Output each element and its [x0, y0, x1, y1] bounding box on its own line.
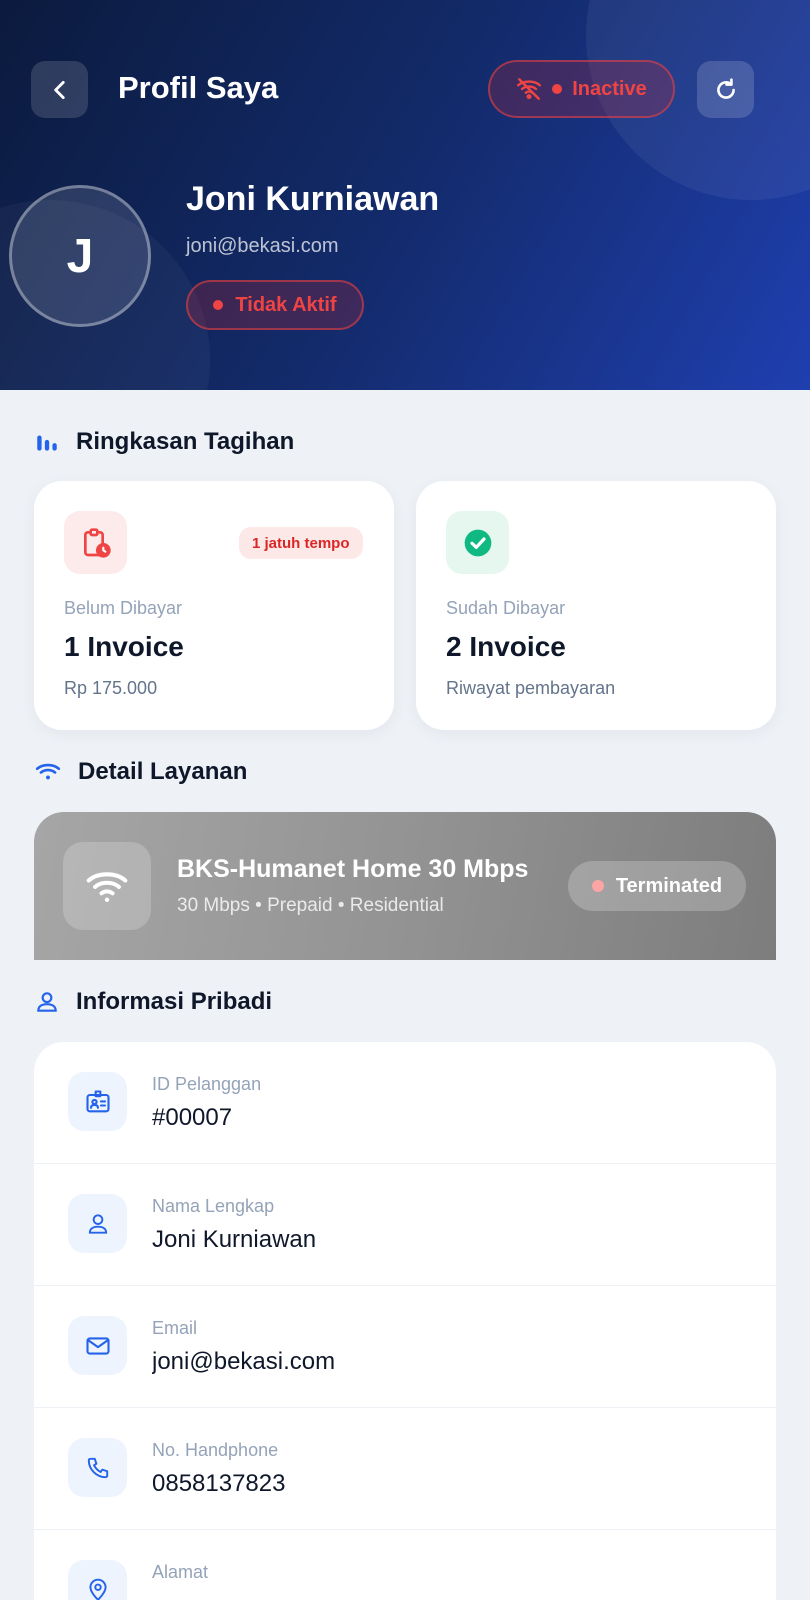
status-dot [591, 880, 604, 892]
user-email: joni@bekasi.com [186, 235, 339, 257]
info-row-customer-id: ID Pelanggan #00007 [34, 1042, 776, 1164]
info-label: Alamat [152, 1562, 209, 1582]
connection-status-pill[interactable]: Inactive [488, 60, 675, 118]
service-icon-box [63, 842, 151, 930]
service-name: BKS-Humanet Home 30 Mbps [177, 855, 529, 883]
billing-section-title: Ringkasan Tagihan [34, 428, 294, 456]
bar-chart-icon [37, 435, 57, 451]
profile-header: Profil Saya Inactive J Joni Kurniawan jo… [0, 0, 810, 390]
info-value: Joni Kurniawan [152, 1226, 317, 1253]
account-status-label: Tidak Aktif [235, 293, 337, 316]
avatar: J [9, 185, 151, 327]
unpaid-amount: Rp 175.000 [64, 678, 158, 698]
back-button[interactable] [31, 61, 88, 118]
info-label: Nama Lengkap [152, 1196, 275, 1216]
service-status-badge: Terminated [568, 861, 746, 911]
wifi-off-icon [517, 78, 542, 100]
info-icon-box [68, 1438, 127, 1497]
info-row-phone: No. Handphone 0858137823 [34, 1408, 776, 1530]
info-icon-box [68, 1560, 127, 1600]
paid-invoice-card[interactable]: Sudah Dibayar 2 Invoice Riwayat pembayar… [416, 481, 776, 730]
info-value: 0858137823 [152, 1470, 286, 1497]
info-row-full-name: Nama Lengkap Joni Kurniawan [34, 1164, 776, 1286]
refresh-button[interactable] [697, 61, 754, 118]
section-title-text: Informasi Pribadi [76, 988, 273, 1015]
unpaid-invoice-card[interactable]: 1 jatuh tempo Belum Dibayar 1 Invoice Rp… [34, 481, 394, 730]
section-title-text: Ringkasan Tagihan [76, 428, 295, 455]
info-value: joni@bekasi.com [152, 1348, 336, 1375]
id-card-icon [85, 1089, 110, 1112]
user-name: Joni Kurniawan [186, 180, 440, 218]
info-row-email: Email joni@bekasi.com [34, 1286, 776, 1408]
info-icon-box [68, 1194, 127, 1253]
paid-value: 2 Invoice [446, 631, 566, 662]
service-card[interactable]: BKS-Humanet Home 30 Mbps 30 Mbps • Prepa… [34, 812, 776, 960]
user-icon [88, 1213, 107, 1234]
paid-icon-box [446, 511, 509, 574]
mail-icon [85, 1336, 110, 1355]
unpaid-value: 1 Invoice [64, 631, 184, 662]
location-pin-icon [88, 1578, 107, 1600]
check-circle-icon [464, 529, 491, 556]
due-badge: 1 jatuh tempo [239, 527, 363, 559]
wifi-icon [35, 763, 61, 780]
page-title: Profil Saya [118, 70, 279, 105]
personal-info-card: ID Pelanggan #00007 Nama Lengkap Joni Ku… [34, 1042, 776, 1600]
service-status-label: Terminated [615, 874, 723, 897]
status-dot [552, 84, 563, 94]
service-section-title: Detail Layanan [34, 758, 247, 786]
refresh-icon [716, 77, 735, 99]
chevron-left-icon [53, 80, 65, 99]
wifi-icon [86, 872, 128, 902]
user-icon [37, 992, 57, 1012]
phone-icon [87, 1457, 108, 1478]
paid-label: Sudah Dibayar [446, 598, 566, 618]
info-icon-box [68, 1072, 127, 1131]
account-status-badge: Tidak Aktif [186, 280, 364, 330]
info-label: No. Handphone [152, 1440, 279, 1460]
info-icon-box [68, 1316, 127, 1375]
payment-history-link: Riwayat pembayaran [446, 678, 616, 698]
info-value: #00007 [152, 1104, 233, 1131]
clipboard-clock-icon [83, 527, 111, 558]
personal-section-title: Informasi Pribadi [34, 988, 272, 1016]
info-label: ID Pelanggan [152, 1074, 262, 1094]
unpaid-icon-box [64, 511, 127, 574]
section-title-text: Detail Layanan [78, 758, 248, 785]
connection-status-label: Inactive [572, 77, 647, 100]
unpaid-label: Belum Dibayar [64, 598, 183, 618]
status-dot [213, 300, 224, 310]
info-row-address: Alamat [34, 1530, 776, 1600]
service-details: 30 Mbps • Prepaid • Residential [177, 895, 444, 916]
info-label: Email [152, 1318, 198, 1338]
